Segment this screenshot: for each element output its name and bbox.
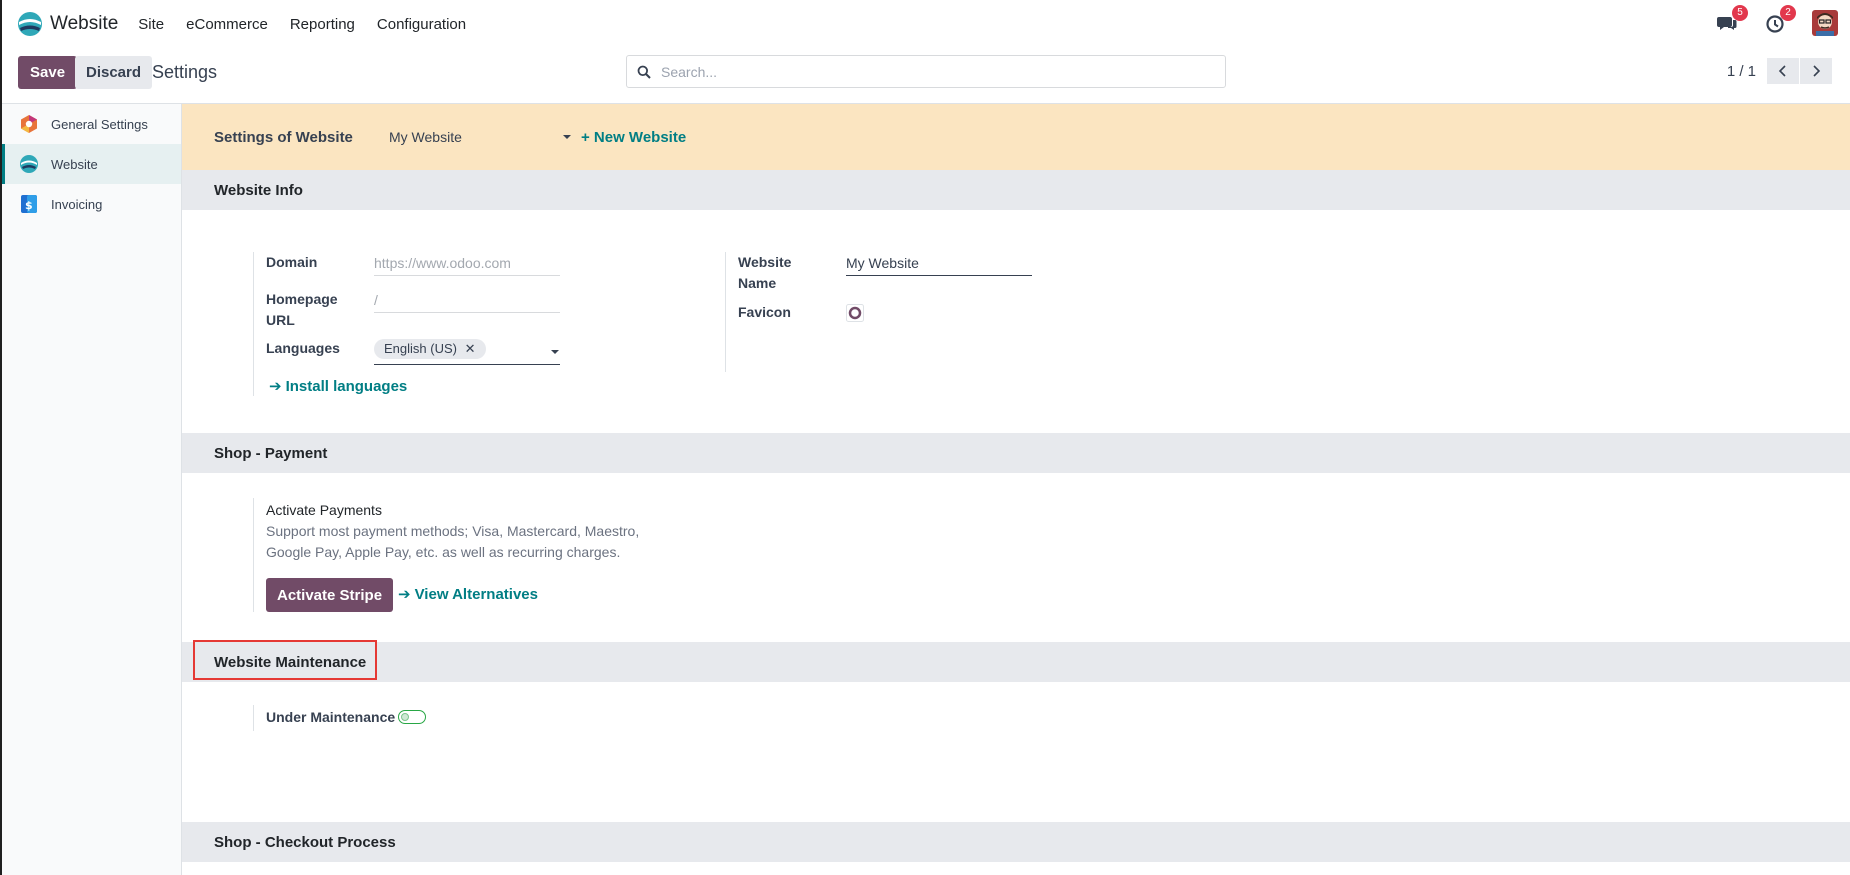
languages-field[interactable]: English (US) ✕ xyxy=(374,339,560,365)
systray: 5 2 xyxy=(1716,5,1838,36)
website-name-field[interactable]: My Website xyxy=(846,254,1032,276)
highlight-box xyxy=(193,640,377,680)
language-tag: English (US) ✕ xyxy=(374,339,486,359)
install-languages-label: Install languages xyxy=(285,378,408,395)
under-maintenance-box: Under Maintenance xyxy=(253,705,553,731)
section-title: Shop - Payment xyxy=(214,444,328,462)
chevron-left-icon xyxy=(1778,65,1786,77)
website-app-logo-icon xyxy=(18,12,42,36)
main-menu: Site eCommerce Reporting Configuration xyxy=(138,16,488,33)
app-brand[interactable]: Website xyxy=(16,10,118,38)
settings-content: Settings of Website My Website + New Web… xyxy=(182,104,1850,875)
top-navbar: Website Site eCommerce Reporting Configu… xyxy=(2,0,1850,48)
discard-button[interactable]: Discard xyxy=(75,56,153,89)
activity-badge: 2 xyxy=(1780,5,1796,21)
settings-app-icon xyxy=(21,115,37,133)
save-button[interactable]: Save xyxy=(18,56,78,89)
page-title: Settings xyxy=(152,62,218,82)
close-icon[interactable]: ✕ xyxy=(465,341,476,356)
search-bar[interactable] xyxy=(626,55,1226,88)
sidebar-item-website[interactable]: Website xyxy=(2,144,181,184)
settings-sidebar: General Settings Website $ Invoicing xyxy=(2,104,182,875)
favicon-image[interactable] xyxy=(846,304,864,322)
arrow-right-icon: ➔ xyxy=(269,378,282,395)
new-website-link[interactable]: + New Website xyxy=(581,129,686,146)
section-website-info: Website Info xyxy=(182,170,1850,210)
view-alternatives-link[interactable]: ➔ View Alternatives xyxy=(398,585,538,603)
section-shop-checkout: Shop - Checkout Process xyxy=(182,822,1850,862)
menu-site[interactable]: Site xyxy=(138,16,164,33)
chat-badge: 5 xyxy=(1732,5,1748,21)
pager: 1 / 1 xyxy=(1727,58,1832,84)
svg-text:$: $ xyxy=(25,199,33,212)
sidebar-item-invoicing[interactable]: $ Invoicing xyxy=(2,184,181,224)
homepage-url-field[interactable]: / xyxy=(374,291,560,313)
homepage-url-label-line1: Homepage xyxy=(266,291,338,307)
avatar-image xyxy=(1812,10,1838,36)
domain-label: Domain xyxy=(266,254,318,270)
install-languages-link[interactable]: ➔ Install languages xyxy=(269,377,407,395)
activate-payments-desc-line2: Google Pay, Apple Pay, etc. as well as r… xyxy=(266,544,621,560)
website-selector-label: Settings of Website xyxy=(214,128,353,146)
activity-button[interactable]: 2 xyxy=(1764,5,1796,34)
menu-ecommerce[interactable]: eCommerce xyxy=(186,16,268,33)
website-info-box-right: Website Name My Website Favicon xyxy=(725,252,1185,372)
website-info-box-left: Domain https://www.odoo.com Homepage URL… xyxy=(253,252,713,396)
website-app-icon xyxy=(20,155,38,173)
languages-label: Languages xyxy=(266,340,340,356)
language-tag-label: English (US) xyxy=(384,341,457,356)
under-maintenance-toggle[interactable] xyxy=(398,710,426,724)
app-name: Website xyxy=(50,13,119,34)
website-name-label-line2: Name xyxy=(738,275,777,291)
homepage-url-label-line2: URL xyxy=(266,312,295,328)
menu-reporting[interactable]: Reporting xyxy=(290,16,355,33)
section-website-maintenance: Website Maintenance xyxy=(182,642,1850,682)
caret-down-icon[interactable] xyxy=(563,135,571,139)
chevron-right-icon xyxy=(1813,65,1821,77)
activate-stripe-button[interactable]: Activate Stripe xyxy=(266,578,394,612)
control-panel: Save Discard Settings 1 / 1 xyxy=(2,48,1850,104)
section-title: Website Info xyxy=(214,181,303,199)
menu-configuration[interactable]: Configuration xyxy=(377,16,466,33)
toggle-knob xyxy=(401,713,409,721)
search-input[interactable] xyxy=(661,63,1201,80)
sidebar-item-general-settings[interactable]: General Settings xyxy=(2,104,181,144)
sidebar-item-label: General Settings xyxy=(51,116,148,132)
pager-previous-button[interactable] xyxy=(1767,58,1799,84)
website-select[interactable]: My Website xyxy=(389,129,569,145)
caret-down-icon[interactable] xyxy=(551,350,559,354)
pager-next-button[interactable] xyxy=(1800,58,1832,84)
pager-value[interactable]: 1 / 1 xyxy=(1727,63,1756,80)
view-alternatives-label: View Alternatives xyxy=(414,586,538,603)
domain-field[interactable]: https://www.odoo.com xyxy=(374,254,560,276)
website-selector-bar: Settings of Website My Website + New Web… xyxy=(182,104,1850,170)
sidebar-item-label: Invoicing xyxy=(51,196,103,212)
search-icon xyxy=(637,65,651,79)
activate-payments-box: Activate Payments Support most payment m… xyxy=(253,498,753,612)
activate-payments-heading: Activate Payments xyxy=(266,502,382,518)
section-title: Shop - Checkout Process xyxy=(214,833,396,851)
section-shop-payment: Shop - Payment xyxy=(182,433,1850,473)
activate-payments-desc-line1: Support most payment methods; Visa, Mast… xyxy=(266,523,640,539)
website-name-label-line1: Website xyxy=(738,254,792,270)
arrow-right-icon: ➔ xyxy=(398,586,411,603)
under-maintenance-label: Under Maintenance xyxy=(266,709,396,725)
invoicing-app-icon: $ xyxy=(21,195,37,213)
user-avatar[interactable] xyxy=(1812,10,1838,36)
favicon-label: Favicon xyxy=(738,304,791,320)
messaging-button[interactable]: 5 xyxy=(1716,5,1748,34)
sidebar-item-label: Website xyxy=(51,156,98,172)
